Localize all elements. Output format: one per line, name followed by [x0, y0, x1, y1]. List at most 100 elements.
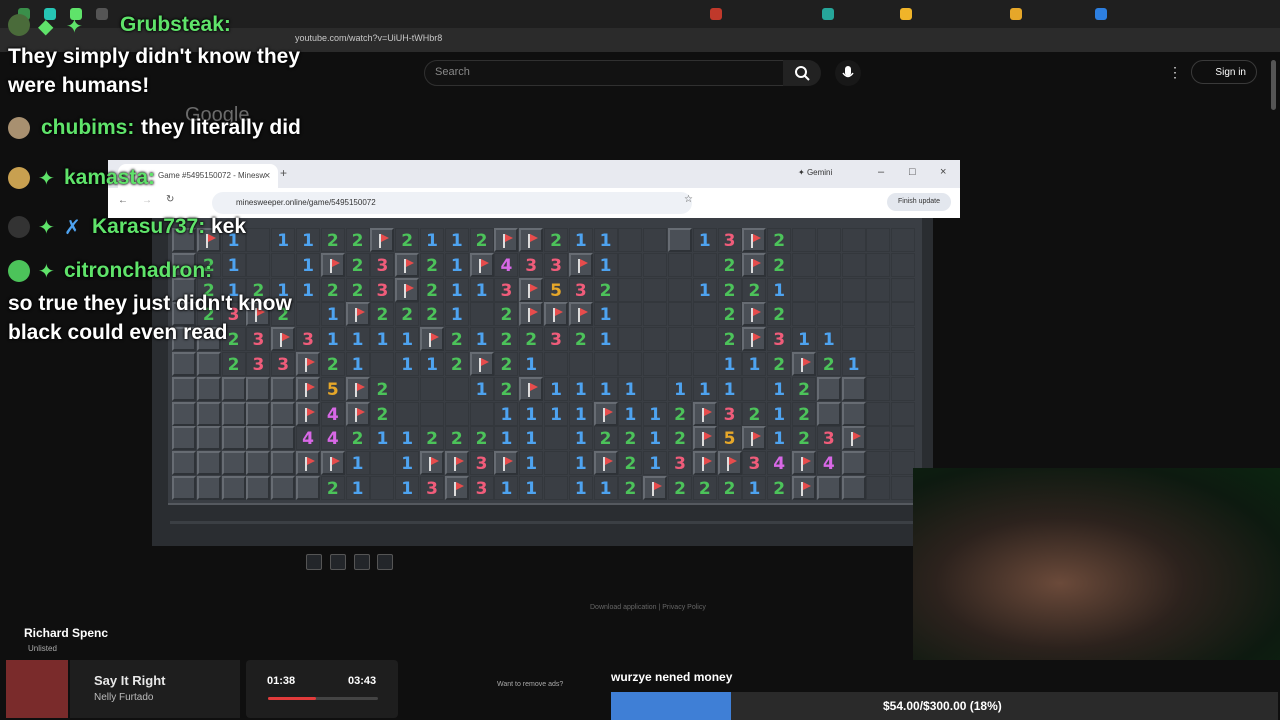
empty-cell[interactable]: [742, 376, 767, 401]
empty-cell[interactable]: [618, 277, 643, 302]
unopened-cell[interactable]: [221, 376, 246, 401]
flagged-cell[interactable]: [717, 451, 742, 476]
unopened-cell[interactable]: [246, 451, 271, 476]
unopened-cell[interactable]: [816, 476, 841, 500]
number-cell[interactable]: 4: [320, 426, 345, 451]
more-options-icon[interactable]: ⋮: [1168, 64, 1182, 81]
number-cell[interactable]: 1: [420, 352, 444, 376]
tab-favicon[interactable]: [900, 8, 912, 20]
number-cell[interactable]: 1: [593, 302, 618, 327]
tab-favicon[interactable]: [1010, 8, 1022, 20]
empty-cell[interactable]: [841, 252, 866, 277]
unopened-cell[interactable]: [172, 451, 196, 476]
flagged-cell[interactable]: [692, 451, 717, 476]
number-cell[interactable]: 4: [816, 451, 841, 476]
number-cell[interactable]: 1: [469, 277, 494, 302]
number-cell[interactable]: 2: [519, 327, 544, 352]
flagged-cell[interactable]: [296, 376, 320, 401]
edit-icon[interactable]: [354, 554, 370, 570]
close-window-icon[interactable]: ×: [940, 166, 946, 178]
empty-cell[interactable]: [891, 228, 916, 252]
number-cell[interactable]: 1: [568, 476, 593, 500]
reload-icon[interactable]: ↻: [166, 194, 174, 205]
number-cell[interactable]: 1: [618, 376, 643, 401]
empty-cell[interactable]: [296, 302, 320, 327]
empty-cell[interactable]: [544, 476, 568, 500]
unopened-cell[interactable]: [271, 476, 296, 500]
empty-cell[interactable]: [668, 352, 692, 376]
number-cell[interactable]: 4: [320, 401, 345, 426]
number-cell[interactable]: 2: [420, 302, 444, 327]
flagged-cell[interactable]: [296, 451, 320, 476]
empty-cell[interactable]: [816, 302, 841, 327]
number-cell[interactable]: 2: [816, 352, 841, 376]
flagged-cell[interactable]: [345, 376, 370, 401]
number-cell[interactable]: 2: [717, 476, 742, 500]
empty-cell[interactable]: [618, 352, 643, 376]
number-cell[interactable]: 1: [717, 376, 742, 401]
number-cell[interactable]: 1: [320, 302, 345, 327]
number-cell[interactable]: 1: [345, 327, 370, 352]
empty-cell[interactable]: [444, 401, 469, 426]
number-cell[interactable]: 1: [692, 277, 717, 302]
number-cell[interactable]: 1: [345, 476, 370, 500]
flagged-cell[interactable]: [742, 252, 767, 277]
unopened-cell[interactable]: [246, 476, 271, 500]
number-cell[interactable]: 2: [792, 376, 816, 401]
empty-cell[interactable]: [692, 302, 717, 327]
unopened-cell[interactable]: [172, 476, 196, 500]
unopened-cell[interactable]: [296, 476, 320, 500]
flagged-cell[interactable]: [792, 451, 816, 476]
empty-cell[interactable]: [643, 352, 668, 376]
empty-cell[interactable]: [866, 451, 891, 476]
number-cell[interactable]: 1: [395, 426, 420, 451]
number-cell[interactable]: 1: [519, 476, 544, 500]
flagged-cell[interactable]: [420, 327, 444, 352]
number-cell[interactable]: 4: [494, 252, 519, 277]
empty-cell[interactable]: [246, 252, 271, 277]
empty-cell[interactable]: [370, 476, 395, 500]
number-cell[interactable]: 1: [494, 476, 519, 500]
flagged-cell[interactable]: [841, 426, 866, 451]
empty-cell[interactable]: [568, 352, 593, 376]
forward-icon[interactable]: →: [142, 195, 152, 206]
empty-cell[interactable]: [395, 376, 420, 401]
empty-cell[interactable]: [271, 252, 296, 277]
number-cell[interactable]: 1: [643, 426, 668, 451]
number-cell[interactable]: 3: [816, 426, 841, 451]
number-cell[interactable]: 2: [345, 426, 370, 451]
empty-cell[interactable]: [816, 277, 841, 302]
empty-cell[interactable]: [544, 426, 568, 451]
number-cell[interactable]: 1: [395, 327, 420, 352]
number-cell[interactable]: 3: [568, 277, 593, 302]
empty-cell[interactable]: [792, 252, 816, 277]
image-icon[interactable]: [377, 554, 393, 570]
flagged-cell[interactable]: [742, 302, 767, 327]
footer-links[interactable]: Download application | Privacy Policy: [590, 604, 706, 611]
empty-cell[interactable]: [544, 451, 568, 476]
number-cell[interactable]: 3: [668, 451, 692, 476]
number-cell[interactable]: 2: [395, 302, 420, 327]
flagged-cell[interactable]: [296, 401, 320, 426]
empty-cell[interactable]: [816, 228, 841, 252]
back-icon[interactable]: ←: [118, 195, 128, 206]
number-cell[interactable]: 3: [519, 252, 544, 277]
unopened-cell[interactable]: [668, 228, 692, 252]
number-cell[interactable]: 2: [593, 426, 618, 451]
number-cell[interactable]: 1: [271, 228, 296, 252]
number-cell[interactable]: 3: [469, 476, 494, 500]
address-url[interactable]: youtube.com/watch?v=UiUH-tWHbr8: [295, 33, 442, 43]
number-cell[interactable]: 2: [420, 252, 444, 277]
sign-in-button[interactable]: Sign in: [1191, 60, 1257, 84]
number-cell[interactable]: 2: [742, 401, 767, 426]
number-cell[interactable]: 2: [420, 426, 444, 451]
number-cell[interactable]: 3: [494, 277, 519, 302]
flagged-cell[interactable]: [692, 426, 717, 451]
close-tab-icon[interactable]: ×: [264, 164, 270, 188]
number-cell[interactable]: 1: [643, 451, 668, 476]
maximize-icon[interactable]: □: [909, 166, 916, 178]
number-cell[interactable]: 1: [767, 277, 792, 302]
minimize-icon[interactable]: –: [878, 166, 884, 178]
number-cell[interactable]: 1: [494, 401, 519, 426]
inner-url-text[interactable]: minesweeper.online/game/5495150072: [236, 198, 376, 207]
